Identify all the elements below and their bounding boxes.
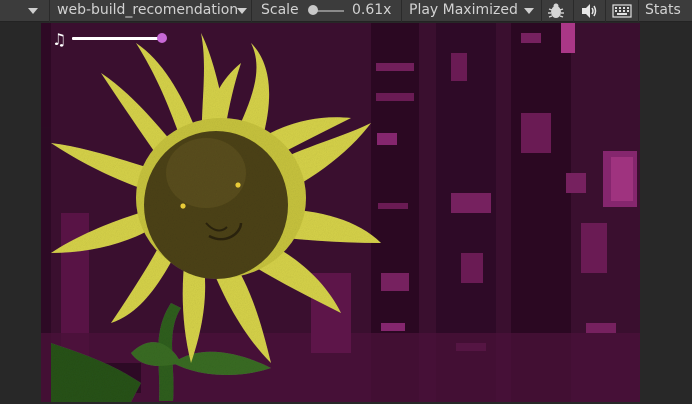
play-mode-label: Play Maximized [409, 2, 518, 18]
dropdown-arrow-icon [237, 8, 247, 14]
game-scene [41, 23, 640, 402]
scale-value: 0.61x [352, 2, 392, 18]
game-view-toolbar: web-build_recomendation Scale 0.61x Play… [0, 0, 692, 22]
dropdown-arrow-icon [28, 8, 38, 14]
view-dropdown-icon[interactable] [28, 0, 38, 22]
right-panel-background [640, 23, 692, 404]
volume-slider[interactable] [72, 37, 162, 40]
game-viewport[interactable] [41, 23, 640, 402]
music-note-icon: ♫ [52, 30, 67, 49]
scale-label: Scale [261, 2, 299, 18]
stats-button[interactable]: Stats [645, 0, 681, 22]
audio-icon[interactable] [580, 3, 598, 25]
volume-slider-handle[interactable] [157, 33, 167, 43]
play-mode-dropdown[interactable]: Play Maximized [409, 0, 518, 22]
scene-dropdown[interactable]: web-build_recomendation [57, 0, 242, 22]
scale-slider-handle[interactable] [308, 5, 318, 15]
play-mode-arrow-icon[interactable] [524, 0, 534, 22]
scene-dropdown-arrow-icon[interactable] [237, 0, 247, 22]
dropdown-arrow-icon [524, 8, 534, 14]
left-panel-background [0, 23, 41, 404]
scene-dropdown-label: web-build_recomendation [57, 2, 239, 18]
stats-label: Stats [645, 2, 681, 18]
bug-icon[interactable] [547, 2, 565, 24]
